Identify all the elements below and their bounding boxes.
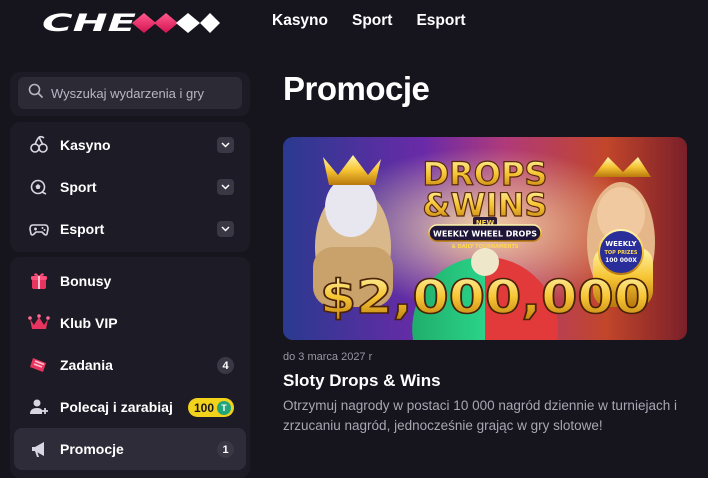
- crown-icon: [28, 312, 50, 334]
- svg-text:CHE: CHE: [42, 9, 137, 37]
- promo-date: do 3 marca 2027 r: [283, 351, 373, 363]
- promo-count-badge: 1: [217, 441, 234, 458]
- sidebar-item-label: Promocje: [60, 441, 124, 457]
- sidebar-item-esport[interactable]: Esport: [14, 208, 246, 250]
- sidebar-item-label: Sport: [60, 179, 97, 195]
- reward-amount: 100: [193, 400, 214, 415]
- seal-line3: 100 000X: [605, 257, 637, 264]
- cherries-icon: [28, 134, 50, 156]
- chevron-down-icon[interactable]: [217, 179, 234, 195]
- sidebar-item-zadania[interactable]: Zadania 4: [14, 344, 246, 386]
- search-field-wrapper[interactable]: [18, 77, 242, 109]
- brand-logo[interactable]: CHE: [40, 9, 222, 37]
- sidebar-item-label: Klub VIP: [60, 315, 118, 331]
- page-title: Promocje: [283, 70, 430, 107]
- gift-icon: [28, 270, 50, 292]
- sidebar-group-rewards: Bonusy Klub VIP Zadania 4 Polecaj i zara…: [10, 257, 250, 478]
- chevron-down-icon[interactable]: [217, 137, 234, 153]
- seal-line2: TOP PRIZES: [604, 250, 637, 256]
- promo-banner-image: DROPS &WINS NEW WEEKLY WHEEL DROPS & DAI…: [283, 137, 687, 340]
- top-nav-kasyno[interactable]: Kasyno: [272, 12, 328, 30]
- add-user-icon: [28, 396, 50, 418]
- referral-reward-badge: 100 T: [187, 398, 234, 417]
- seal-line1: WEEKLY: [605, 240, 637, 248]
- search-input[interactable]: [51, 85, 231, 101]
- sidebar-item-klub-vip[interactable]: Klub VIP: [14, 302, 246, 344]
- banner-ribbon-sub: & DAILY TOURNAMENTS: [452, 244, 519, 250]
- soccer-ball-icon: [28, 176, 50, 198]
- sidebar-item-sport[interactable]: Sport: [14, 166, 246, 208]
- task-count-badge: 4: [217, 357, 234, 374]
- gamepad-icon: [28, 218, 50, 240]
- promo-description: Otrzymuj nagrody w postaci 10 000 nagród…: [283, 398, 677, 433]
- megaphone-icon: [28, 438, 50, 460]
- top-header: CHE Kasyno Sport Esport: [0, 0, 708, 48]
- sidebar-item-label: Zadania: [60, 357, 113, 373]
- top-nav-sport[interactable]: Sport: [352, 12, 392, 30]
- chevron-down-icon[interactable]: [217, 221, 234, 237]
- sidebar-item-bonusy[interactable]: Bonusy: [14, 260, 246, 302]
- top-nav-esport[interactable]: Esport: [416, 12, 465, 30]
- sidebar-item-label: Bonusy: [60, 273, 112, 289]
- sidebar-item-label: Esport: [60, 221, 105, 237]
- top-nav: Kasyno Sport Esport: [272, 12, 466, 30]
- banner-prize-amount: $2,000,000: [320, 270, 650, 324]
- sidebar-item-label: Kasyno: [60, 137, 111, 153]
- sidebar-item-polecaj[interactable]: Polecaj i zarabiaj 100 T: [14, 386, 246, 428]
- promo-banner[interactable]: DROPS &WINS NEW WEEKLY WHEEL DROPS & DAI…: [283, 137, 687, 340]
- sidebar-item-label: Polecaj i zarabiaj: [60, 399, 173, 415]
- promo-title[interactable]: Sloty Drops & Wins: [283, 371, 441, 391]
- banner-ribbon-main: WEEKLY WHEEL DROPS: [433, 230, 537, 239]
- sidebar-item-kasyno[interactable]: Kasyno: [14, 124, 246, 166]
- sidebar-item-promocje[interactable]: Promocje 1: [14, 428, 246, 470]
- sidebar-group-games: Kasyno Sport Esport: [10, 122, 250, 252]
- logo-wordmark: CHE: [42, 9, 220, 37]
- sidebar-search: [10, 72, 250, 116]
- search-icon: [28, 83, 43, 103]
- tether-coin-icon: T: [217, 400, 231, 415]
- ticket-icon: [28, 354, 50, 376]
